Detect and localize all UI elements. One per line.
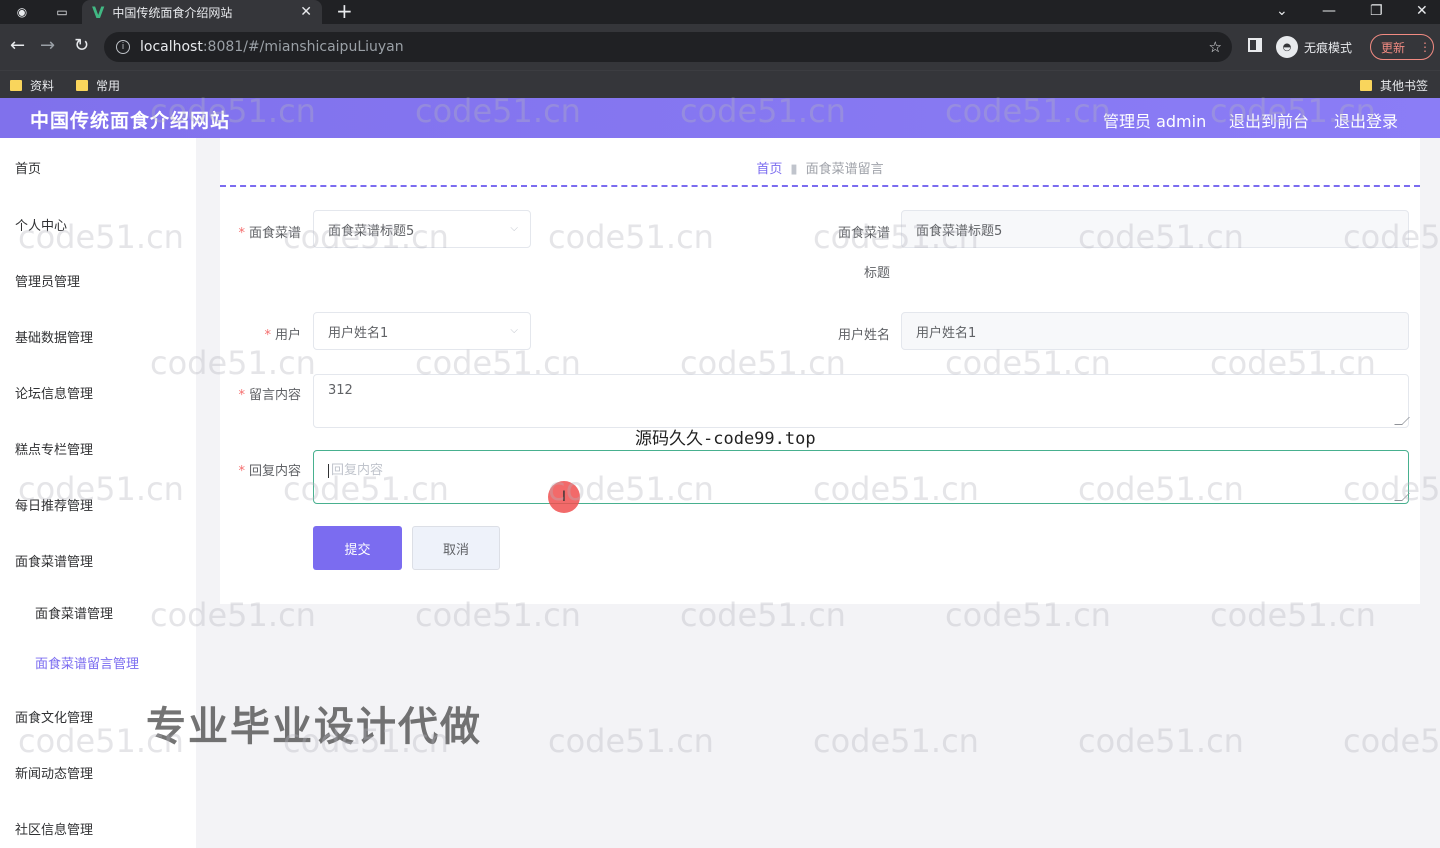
address-bar[interactable]: i localhost:8081/#/mianshicaipuLiuyan ☆ [104,32,1232,62]
recipe-title-value: 面食菜谱标题5 [916,223,1003,239]
restore-icon[interactable]: ❐ [1370,0,1383,24]
resize-handle-icon[interactable] [1394,417,1410,425]
promo-overlay-text: 专业毕业设计代做 [146,704,482,750]
url-path: :8081/#/mianshicaipuLiuyan [202,39,404,55]
bookmarks-bar: 资料 常用 其他书签 [0,70,1440,98]
recipe-title-field: 面食菜谱标题5 [901,210,1409,248]
bookmark-label: 常用 [96,79,121,93]
resize-handle-icon[interactable] [1394,493,1410,501]
logout-link[interactable]: 退出登录 [1334,108,1398,132]
update-label: 更新 [1381,40,1406,55]
breadcrumb-home[interactable]: 首页 [756,162,782,177]
message-value: 312 [328,383,353,398]
recipe-select-value: 面食菜谱标题5 [328,223,415,239]
close-tab-icon[interactable]: ✕ [300,4,312,20]
bookmark-folder-2[interactable]: 常用 [76,77,120,94]
reply-textarea[interactable]: 回复内容 [313,450,1410,504]
more-menu-icon: ⋮ [1419,40,1432,54]
sidebar-item-recipes[interactable]: 面食菜谱管理 [15,551,93,570]
source-overlay-text: 源码久久-code99.top [635,429,816,449]
recipe-select[interactable]: 面食菜谱标题5 ⌵ [313,210,531,248]
sidebar-item-daily[interactable]: 每日推荐管理 [15,495,93,514]
bookmark-folder-1[interactable]: 资料 [10,77,54,94]
sidebar-item-community[interactable]: 社区信息管理 [15,819,93,838]
recipe-title-label: 面食菜谱 [837,226,890,241]
site-info-icon[interactable]: i [116,40,130,54]
user-label: * 用户 [264,328,301,343]
close-window-icon[interactable]: ✕ [1416,0,1428,24]
vue-logo-icon: V [92,2,105,22]
incognito-icon: ◓ [1276,36,1298,58]
to-front-link[interactable]: 退出到前台 [1229,108,1309,132]
reply-label: * 回复内容 [238,464,301,479]
recipe-title-label-2: 标题 [863,266,890,281]
message-textarea[interactable]: 312 [313,374,1410,428]
admin-label: 管理员 admin [1103,112,1207,131]
breadcrumb-current: 面食菜谱留言 [805,162,884,177]
chevron-down-icon: ⌵ [510,325,518,336]
sidebar-item-news[interactable]: 新闻动态管理 [15,763,93,782]
new-tab-button[interactable]: + [336,0,353,24]
forward-icon[interactable]: → [40,36,55,56]
dashed-divider [220,185,1420,187]
other-bookmarks[interactable]: 其他书签 [1360,77,1428,94]
window-icon[interactable]: ▭ [54,4,70,20]
submit-button[interactable]: 提交 [313,526,402,570]
text-caret [328,463,329,478]
incognito-indicator[interactable]: ◓ 无痕模式 [1276,36,1352,58]
sidebar-item-admins[interactable]: 管理员管理 [15,271,80,290]
browser-tab-bar: ◉ ▭ V 中国传统面食介绍网站 ✕ + ⌄ — ❐ ✕ [0,0,1440,24]
sidebar-subitem-recipe-messages[interactable]: 面食菜谱留言管理 [35,653,139,672]
url-host: localhost [140,39,203,55]
form-panel: 首页 ▮ 面食菜谱留言 * 面食菜谱 面食菜谱标题5 ⌵ 面食菜谱 标题 面食菜谱标题… [220,138,1420,604]
breadcrumb: 首页 ▮ 面食菜谱留言 [220,158,1420,177]
sidebar-item-pastry[interactable]: 糕点专栏管理 [15,439,93,458]
username-field: 用户姓名1 [901,312,1409,350]
browser-toolbar: ← → ↻ i localhost:8081/#/mianshicaipuLiu… [0,24,1440,70]
sidebar-item-profile[interactable]: 个人中心 [15,215,67,234]
sidebar-item-culture[interactable]: 面食文化管理 [15,707,93,726]
browser-tab[interactable]: V 中国传统面食介绍网站 ✕ [82,0,322,24]
side-panel-icon[interactable] [1248,38,1262,52]
breadcrumb-separator-icon: ▮ [790,162,798,177]
recipe-label: * 面食菜谱 [238,226,301,241]
chevron-down-icon: ⌵ [510,223,518,234]
reload-icon[interactable]: ↻ [74,36,89,56]
bookmark-label: 其他书签 [1380,79,1429,93]
app-header: 中国传统面食介绍网站 管理员 admin 退出到前台 退出登录 [0,98,1440,138]
folder-icon [1360,80,1372,91]
folder-icon [10,80,22,91]
bookmark-label: 资料 [30,79,55,93]
sidebar-item-base-data[interactable]: 基础数据管理 [15,327,93,346]
site-title: 中国传统面食介绍网站 [30,110,231,132]
back-icon[interactable]: ← [10,36,25,56]
globe-icon[interactable]: ◉ [14,4,30,20]
sidebar-item-forum[interactable]: 论坛信息管理 [15,383,93,402]
tab-search-icon[interactable]: ⌄ [1276,0,1288,24]
message-label: * 留言内容 [238,388,301,403]
folder-icon [76,80,88,91]
incognito-label: 无痕模式 [1304,40,1353,55]
cancel-button[interactable]: 取消 [412,526,500,570]
tab-title: 中国传统面食介绍网站 [112,5,233,20]
minimize-icon[interactable]: — [1322,0,1336,24]
update-button[interactable]: 更新 ⋮ [1370,34,1434,60]
user-select[interactable]: 用户姓名1 ⌵ [313,312,531,350]
text-cursor-icon: I [548,481,580,513]
bookmark-star-icon[interactable]: ☆ [1209,38,1222,56]
user-select-value: 用户姓名1 [328,325,389,341]
username-label: 用户姓名 [837,328,890,343]
reply-placeholder: 回复内容 [331,463,384,478]
sidebar-item-home[interactable]: 首页 [15,158,41,177]
sidebar-subitem-recipes[interactable]: 面食菜谱管理 [35,603,113,622]
username-value: 用户姓名1 [916,325,977,341]
